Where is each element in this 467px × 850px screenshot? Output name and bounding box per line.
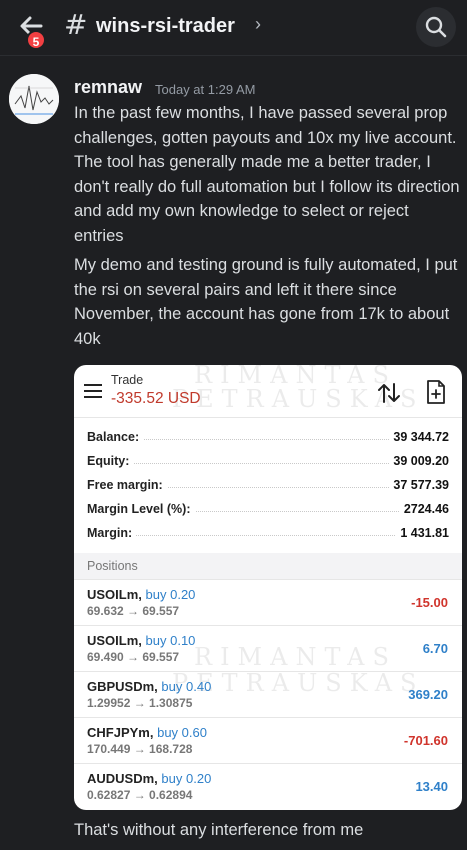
position-side: buy 0.60 (157, 725, 207, 740)
account-value: 39 009.20 (389, 454, 449, 468)
position-profit: 369.20 (408, 687, 448, 702)
position-prices: 0.62827 → 0.62894 (87, 788, 193, 802)
position-side: buy 0.20 (161, 771, 212, 786)
account-label: Free margin: (87, 478, 167, 492)
message-author[interactable]: remnaw (74, 77, 142, 98)
position-profit: -701.60 (403, 733, 448, 748)
position-symbol: USOILm, (87, 587, 142, 602)
position-symbol: GBPUSDm, (87, 679, 158, 694)
trade-label: Trade (111, 373, 144, 387)
position-symbol: AUDUSDm, (87, 771, 158, 786)
position-row[interactable]: USOILm, buy 0.20 69.632 → 69.557 -15.00 (74, 579, 462, 625)
position-side: buy 0.20 (145, 587, 196, 602)
account-row-balance: Balance: 39 344.72 (87, 430, 449, 452)
account-value: 1 431.81 (396, 526, 449, 540)
position-prices: 69.632 → 69.557 (87, 604, 180, 618)
positions-header: Positions (74, 553, 462, 579)
account-row-free-margin: Free margin: 37 577.39 (87, 478, 449, 500)
position-profit: -15.00 (411, 595, 448, 610)
unread-badge: 5 (26, 30, 46, 50)
position-row[interactable]: CHFJPYm, buy 0.60 170.449 → 168.728 -701… (74, 717, 462, 763)
hamburger-menu-icon (84, 384, 102, 398)
position-symbol: USOILm, (87, 633, 142, 648)
account-value: 39 344.72 (389, 430, 449, 444)
position-row[interactable]: AUDUSDm, buy 0.20 0.62827 → 0.62894 13.4… (74, 763, 462, 809)
account-row-margin: Margin: 1 431.81 (87, 526, 449, 548)
account-label: Balance: (87, 430, 144, 444)
search-icon (425, 16, 447, 38)
position-row[interactable]: USOILm, buy 0.10 69.490 → 69.557 6.70 (74, 625, 462, 671)
account-label: Equity: (87, 454, 134, 468)
account-label: Margin: (87, 526, 137, 540)
account-value: 2724.46 (399, 502, 449, 516)
channel-header: 5 # wins-rsi-trader › (0, 0, 467, 56)
channel-name[interactable]: wins-rsi-trader (96, 15, 235, 38)
attached-trade-screenshot[interactable]: RIMANTAS PETRAUSKAS RIMANTAS PETRAUSKAS … (74, 365, 462, 810)
position-symbol: CHFJPYm, (87, 725, 154, 740)
account-value: 37 577.39 (389, 478, 449, 492)
chevron-right-icon[interactable]: › (255, 14, 261, 35)
add-document-icon (427, 380, 445, 404)
account-row-margin-level: Margin Level (%): 2724.46 (87, 502, 449, 524)
author-avatar[interactable] (9, 74, 59, 124)
message-timestamp: Today at 1:29 AM (155, 82, 256, 97)
position-side: buy 0.10 (145, 633, 196, 648)
position-prices: 170.449 → 168.728 (87, 742, 193, 756)
search-button[interactable] (416, 7, 456, 47)
message-paragraph: My demo and testing ground is fully auto… (74, 256, 458, 348)
position-prices: 1.29952 → 1.30875 (87, 696, 193, 710)
channel-hash-icon: # (64, 8, 88, 41)
account-row-equity: Equity: 39 009.20 (87, 454, 449, 476)
position-profit: 13.40 (415, 779, 448, 794)
position-side: buy 0.40 (161, 679, 212, 694)
position-profit: 6.70 (422, 641, 448, 656)
sort-arrows-icon (378, 383, 400, 403)
positions-title: Positions (87, 559, 138, 573)
message-paragraph: In the past few months, I have passed se… (74, 104, 460, 245)
trade-total-profit: -335.52 USD (111, 390, 201, 407)
position-row[interactable]: GBPUSDm, buy 0.40 1.29952 → 1.30875 369.… (74, 671, 462, 717)
message-paragraph: That's without any interference from me (74, 821, 364, 839)
position-prices: 69.490 → 69.557 (87, 650, 180, 664)
divider (74, 417, 462, 418)
account-label: Margin Level (%): (87, 502, 195, 516)
chart-avatar-image (9, 74, 59, 124)
